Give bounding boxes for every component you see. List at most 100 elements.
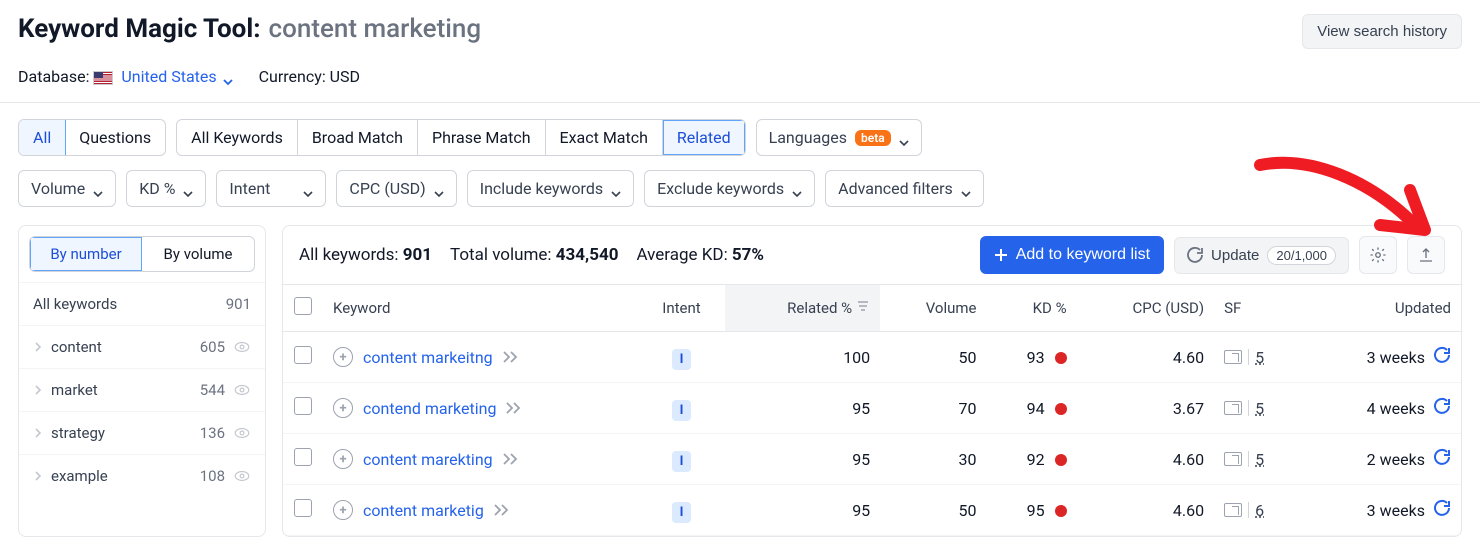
- kd-difficulty-dot: [1055, 403, 1067, 415]
- sidebar-group[interactable]: content605: [19, 325, 265, 368]
- kd-difficulty-dot: [1055, 454, 1067, 466]
- keyword-link[interactable]: content marekting: [363, 450, 493, 469]
- row-checkbox[interactable]: [294, 448, 312, 466]
- related-value: 95: [725, 485, 880, 536]
- col-keyword[interactable]: Keyword: [323, 285, 638, 332]
- chevron-right-icon: [33, 342, 43, 352]
- add-keyword-icon[interactable]: +: [333, 500, 353, 520]
- refresh-row-button[interactable]: [1433, 448, 1451, 470]
- row-checkbox[interactable]: [294, 499, 312, 517]
- tool-name: Keyword Magic Tool:: [18, 14, 261, 44]
- refresh-row-button[interactable]: [1433, 346, 1451, 368]
- select-all-checkbox[interactable]: [294, 297, 312, 315]
- table-row: +contend marketingI957094 3.6754 weeks: [283, 383, 1461, 434]
- chevron-down-icon: [223, 72, 233, 82]
- serp-features[interactable]: 5: [1224, 348, 1294, 367]
- keyword-link[interactable]: content marketig: [363, 501, 484, 520]
- plus-icon: [994, 248, 1008, 262]
- col-intent[interactable]: Intent: [638, 285, 726, 332]
- intent-badge: I: [672, 451, 692, 472]
- volume-value: 30: [880, 434, 986, 485]
- tab-questions[interactable]: Questions: [65, 120, 165, 155]
- col-related[interactable]: Related %: [725, 285, 880, 332]
- tab-all-keywords[interactable]: All Keywords: [177, 120, 298, 155]
- chevron-right-icon: [33, 428, 43, 438]
- expand-icon[interactable]: [494, 501, 510, 520]
- us-flag-icon: [93, 71, 113, 85]
- keyword-link[interactable]: contend marketing: [363, 399, 496, 418]
- update-button[interactable]: Update 20/1,000: [1174, 237, 1349, 274]
- serp-icon: [1224, 401, 1242, 415]
- advanced-filters[interactable]: Advanced filters: [825, 170, 984, 207]
- volume-filter[interactable]: Volume: [18, 170, 116, 207]
- serp-features[interactable]: 5: [1224, 399, 1294, 418]
- languages-label: Languages: [769, 128, 847, 147]
- serp-features[interactable]: 5: [1224, 450, 1294, 469]
- refresh-row-button[interactable]: [1433, 397, 1451, 419]
- eye-icon[interactable]: [233, 424, 251, 442]
- page-title: Keyword Magic Tool: content marketing: [18, 14, 481, 44]
- results-panel: All keywords: 901 Total volume: 434,540 …: [282, 225, 1462, 537]
- expand-icon[interactable]: [503, 450, 519, 469]
- update-count-chip: 20/1,000: [1267, 246, 1336, 265]
- col-sf[interactable]: SF: [1214, 285, 1304, 332]
- settings-button[interactable]: [1359, 236, 1397, 274]
- kd-value: 94: [987, 383, 1077, 434]
- row-checkbox[interactable]: [294, 397, 312, 415]
- chevron-down-icon: [899, 133, 909, 143]
- export-button[interactable]: [1407, 236, 1445, 274]
- expand-icon[interactable]: [503, 348, 519, 367]
- kd-filter[interactable]: KD %: [126, 170, 206, 207]
- serp-features[interactable]: 6: [1224, 501, 1294, 520]
- expand-icon[interactable]: [506, 399, 522, 418]
- col-updated[interactable]: Updated: [1304, 285, 1461, 332]
- chevron-down-icon: [93, 184, 103, 194]
- sidebar-group[interactable]: example108: [19, 454, 265, 497]
- tab-by-volume[interactable]: By volume: [142, 237, 254, 271]
- row-checkbox[interactable]: [294, 346, 312, 364]
- add-keyword-icon[interactable]: +: [333, 449, 353, 469]
- related-value: 95: [725, 434, 880, 485]
- col-kd[interactable]: KD %: [987, 285, 1077, 332]
- database-selector[interactable]: Database: United States: [18, 67, 233, 86]
- add-keyword-icon[interactable]: +: [333, 398, 353, 418]
- sidebar-all-keywords[interactable]: All keywords 901: [19, 282, 265, 325]
- tab-by-number[interactable]: By number: [30, 237, 142, 271]
- chevron-down-icon: [183, 184, 193, 194]
- serp-icon: [1224, 452, 1242, 466]
- keyword-link[interactable]: content markeitng: [363, 348, 493, 367]
- add-to-keyword-list-button[interactable]: Add to keyword list: [980, 236, 1164, 274]
- view-history-button[interactable]: View search history: [1302, 14, 1462, 49]
- add-keyword-icon[interactable]: +: [333, 347, 353, 367]
- col-volume[interactable]: Volume: [880, 285, 986, 332]
- serp-icon: [1224, 350, 1242, 364]
- tab-broad-match[interactable]: Broad Match: [298, 120, 418, 155]
- kd-difficulty-dot: [1055, 505, 1067, 517]
- exclude-keywords-filter[interactable]: Exclude keywords: [644, 170, 815, 207]
- tab-all[interactable]: All: [18, 119, 66, 156]
- eye-icon[interactable]: [233, 381, 251, 399]
- updated-value: 2 weeks: [1367, 450, 1425, 469]
- kd-difficulty-dot: [1055, 352, 1067, 364]
- match-segment: All Keywords Broad Match Phrase Match Ex…: [176, 119, 745, 156]
- currency-label: Currency:: [259, 67, 326, 86]
- eye-icon[interactable]: [233, 467, 251, 485]
- updated-value: 4 weeks: [1367, 399, 1425, 418]
- eye-icon[interactable]: [233, 338, 251, 356]
- intent-filter[interactable]: Intent: [216, 170, 326, 207]
- kd-value: 93: [987, 332, 1077, 383]
- col-cpc[interactable]: CPC (USD): [1077, 285, 1215, 332]
- languages-dropdown[interactable]: Languages beta: [756, 119, 922, 156]
- sidebar-group[interactable]: market544: [19, 368, 265, 411]
- tab-exact-match[interactable]: Exact Match: [546, 120, 663, 155]
- cpc-filter[interactable]: CPC (USD): [336, 170, 456, 207]
- sidebar-group[interactable]: strategy136: [19, 411, 265, 454]
- refresh-row-button[interactable]: [1433, 499, 1451, 521]
- chevron-down-icon: [303, 184, 313, 194]
- include-keywords-filter[interactable]: Include keywords: [467, 170, 634, 207]
- tab-related[interactable]: Related: [663, 120, 745, 155]
- summary-volume: Total volume: 434,540: [450, 245, 618, 265]
- intent-badge: I: [672, 502, 692, 523]
- kd-value: 92: [987, 434, 1077, 485]
- tab-phrase-match[interactable]: Phrase Match: [418, 120, 546, 155]
